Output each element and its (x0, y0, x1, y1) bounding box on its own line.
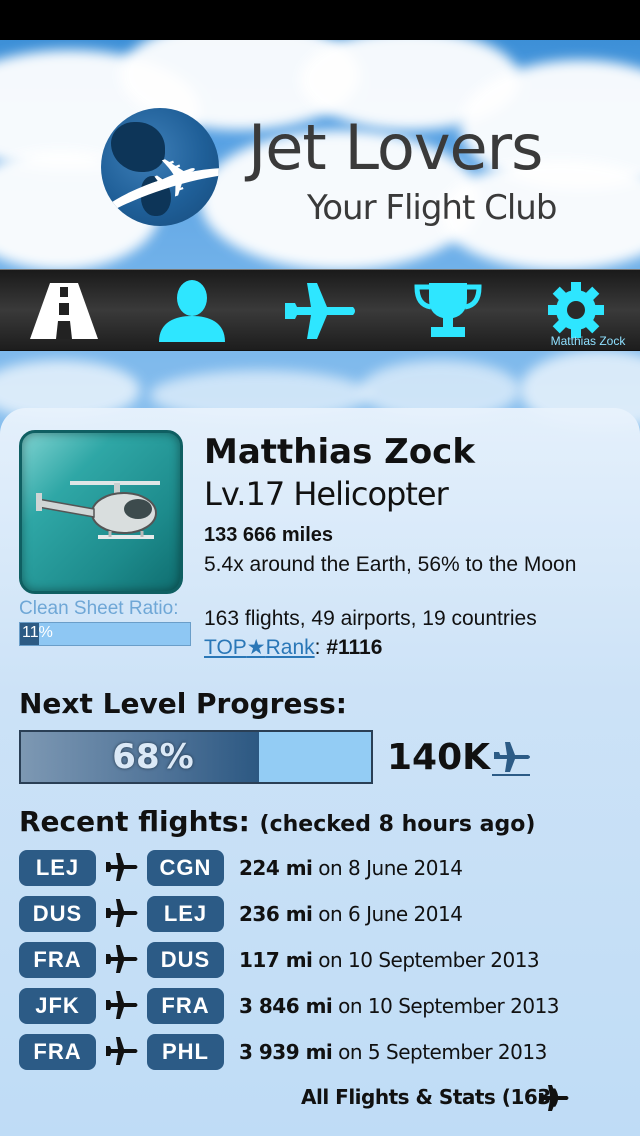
origin-airport-badge[interactable]: LEJ (19, 850, 96, 886)
clean-sheet-ratio-label: Clean Sheet Ratio: (19, 598, 179, 619)
flight-date: on 10 September 2013 (318, 948, 540, 972)
flight-detail: 224 mi on 8 June 2014 (239, 856, 463, 880)
next-level-progress-text: 68% (112, 737, 194, 777)
airplane-icon (492, 742, 530, 776)
origin-airport-badge[interactable]: JFK (19, 988, 96, 1024)
flight-detail: 117 mi on 10 September 2013 (239, 948, 540, 972)
destination-airport-badge[interactable]: PHL (147, 1034, 224, 1070)
flight-detail: 236 mi on 6 June 2014 (239, 902, 463, 926)
recent-flights-label: Recent flights: (checked 8 hours ago) (19, 805, 536, 838)
status-bar (0, 0, 640, 40)
profile-level: Lv.17 Helicopter (204, 475, 449, 513)
clean-sheet-ratio-bar: 11% (19, 622, 191, 646)
next-level-progress-bar: 68% (19, 730, 373, 784)
airplane-icon (106, 991, 138, 1019)
profile-distance-comparison: 5.4x around the Earth, 56% to the Moon (204, 553, 577, 576)
flight-detail: 3 846 mi on 10 September 2013 (239, 994, 560, 1018)
flight-miles: 117 mi (239, 948, 313, 972)
flight-row[interactable]: FRA DUS 117 mi on 10 September 2013 (19, 942, 619, 980)
flight-miles: 236 mi (239, 902, 313, 926)
app-subtitle: Your Flight Club (307, 188, 557, 228)
flight-miles: 3 939 mi (239, 1040, 333, 1064)
tab-trophy[interactable] (384, 270, 512, 352)
helicopter-icon (36, 481, 160, 539)
flight-miles: 3 846 mi (239, 994, 333, 1018)
star-icon: ★ (246, 636, 266, 659)
flight-date: on 6 June 2014 (318, 902, 463, 926)
origin-airport-badge[interactable]: FRA (19, 942, 96, 978)
airplane-icon (106, 1037, 138, 1065)
settings-user-label: Matthias Zock (550, 334, 626, 348)
flight-row[interactable]: FRA PHL 3 939 mi on 5 September 2013 (19, 1034, 619, 1072)
app-screen: ✈ Jet Lovers Your Flight Club Matthias Z… (0, 0, 640, 1136)
flight-date: on 5 September 2013 (338, 1040, 547, 1064)
tab-flights[interactable] (256, 270, 384, 352)
tab-profile[interactable] (128, 270, 256, 352)
profile-stats: 163 flights, 49 airports, 19 countries (204, 607, 537, 630)
airplane-icon (106, 945, 138, 973)
profile-name: Matthias Zock (204, 432, 475, 472)
clean-sheet-ratio-text: 11% (22, 624, 53, 641)
airplane-icon[interactable] (538, 1084, 570, 1112)
gear-icon (548, 282, 604, 338)
rank-line: TOP★Rank: #1116 (204, 636, 383, 659)
top-rank-link[interactable]: TOP★Rank (204, 636, 315, 659)
all-flights-link[interactable]: All Flights & Stats (163) (301, 1085, 560, 1109)
flight-date: on 8 June 2014 (318, 856, 463, 880)
next-level-target: 140K (387, 737, 491, 778)
globe-logo-icon: ✈ (101, 108, 219, 226)
rank-value: #1116 (326, 636, 383, 659)
flight-row[interactable]: LEJ CGN 224 mi on 8 June 2014 (19, 850, 619, 888)
airplane-icon (106, 853, 138, 881)
app-title: Jet Lovers (248, 111, 543, 184)
checked-time: (checked 8 hours ago) (259, 812, 536, 837)
destination-airport-badge[interactable]: FRA (147, 988, 224, 1024)
person-icon (159, 280, 225, 342)
airplane-icon (285, 283, 355, 339)
road-icon (30, 283, 98, 339)
tab-road[interactable] (0, 270, 128, 352)
destination-airport-badge[interactable]: DUS (147, 942, 224, 978)
trophy-icon (414, 283, 482, 337)
airplane-icon (106, 899, 138, 927)
destination-airport-badge[interactable]: CGN (147, 850, 224, 886)
flight-row[interactable]: DUS LEJ 236 mi on 6 June 2014 (19, 896, 619, 934)
origin-airport-badge[interactable]: DUS (19, 896, 96, 932)
flight-detail: 3 939 mi on 5 September 2013 (239, 1040, 547, 1064)
destination-airport-badge[interactable]: LEJ (147, 896, 224, 932)
flight-row[interactable]: JFK FRA 3 846 mi on 10 September 2013 (19, 988, 619, 1026)
flight-date: on 10 September 2013 (338, 994, 560, 1018)
flight-miles: 224 mi (239, 856, 313, 880)
rank-badge-avatar[interactable] (19, 430, 183, 594)
profile-miles: 133 666 miles (204, 524, 333, 546)
app-header: ✈ Jet Lovers Your Flight Club (0, 40, 640, 270)
next-level-label: Next Level Progress: (19, 687, 347, 720)
origin-airport-badge[interactable]: FRA (19, 1034, 96, 1070)
